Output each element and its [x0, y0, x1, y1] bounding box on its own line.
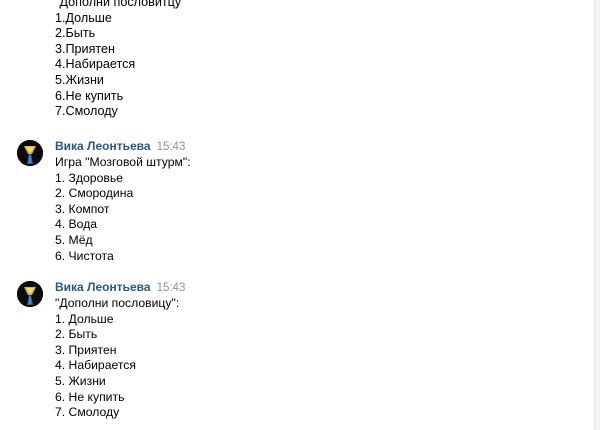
author-name[interactable]: Вика Леонтьева: [55, 280, 151, 294]
avatar[interactable]: [17, 281, 43, 307]
message-line: 2. Быть: [55, 327, 98, 342]
scrollbar[interactable]: [594, 0, 600, 430]
message-line: 6.Не купить: [55, 88, 124, 103]
message-line: 7. Смолоду: [55, 405, 120, 420]
message-time[interactable]: 15:43: [157, 282, 186, 294]
message-line: 5. Жизни: [55, 373, 106, 388]
avatar[interactable]: [22, 0, 36, 4]
message-line: 3. Компот: [55, 201, 110, 216]
message-text: "Дополни пословицу": 1. Дольше 2. Быть 3…: [55, 296, 179, 421]
message-line: 4. Вода: [55, 217, 98, 232]
message-line: 2. Смородина: [55, 186, 134, 201]
avatar-image: [17, 140, 43, 166]
message-line: 1. Дольше: [55, 311, 114, 326]
message-line: 2.Быть: [55, 26, 96, 41]
message-feed[interactable]: "Дополни пословитцу" 1.Дольше 2.Быть 3.П…: [0, 0, 600, 430]
message-text: Игра "Мозговой штурм": 1. Здоровье 2. См…: [55, 155, 191, 264]
message-line: 4. Набирается: [55, 358, 136, 373]
message-line: 5.Жизни: [55, 72, 104, 87]
message-header: Вика Леонтьева 15:43: [55, 137, 185, 153]
message-line: 3.Приятен: [55, 41, 115, 56]
message-time[interactable]: 15:43: [157, 141, 186, 153]
avatar-image: [17, 281, 43, 307]
message-header: Вика Леонтьева 15:43: [55, 278, 185, 294]
message-line: 6. Не купить: [55, 389, 125, 404]
message-text: "Дополни пословитцу" 1.Дольше 2.Быть 3.П…: [55, 0, 186, 120]
message-line: 6. Чистота: [55, 248, 114, 263]
message-line: 3. Приятен: [55, 342, 117, 357]
message-line: Игра "Мозговой штурм":: [55, 155, 191, 169]
message-line: "Дополни пословитцу": [55, 0, 186, 9]
message-line: 1.Дольше: [55, 10, 112, 25]
message-line: 7.Смолоду: [55, 104, 118, 119]
avatar[interactable]: [17, 140, 43, 166]
message-line: 1. Здоровье: [55, 170, 123, 185]
message-line: 4.Набирается: [55, 57, 136, 72]
message-line: "Дополни пословицу":: [55, 296, 180, 310]
author-name[interactable]: Вика Леонтьева: [55, 139, 151, 153]
message-line: 5. Мёд: [55, 232, 93, 247]
